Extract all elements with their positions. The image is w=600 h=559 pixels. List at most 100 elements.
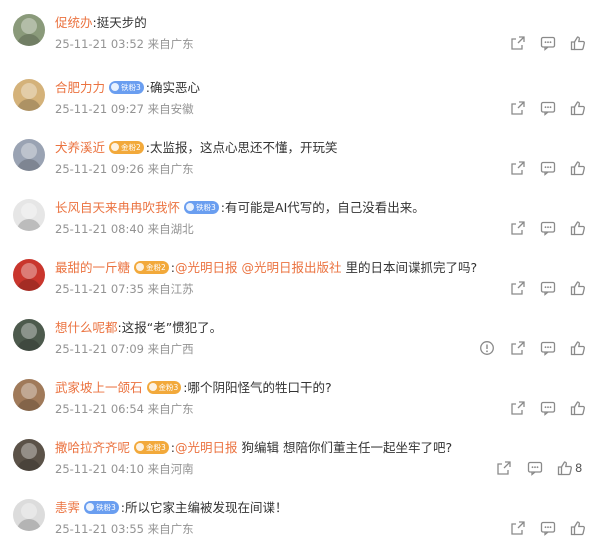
share-icon[interactable] [510,100,526,116]
comment-icon[interactable] [540,100,556,116]
username[interactable]: 撒哈拉齐齐呢 [55,440,130,455]
comment-icon[interactable] [540,280,556,296]
comment-line: 合肥力力 铁粉3:确实恶心 [55,79,200,97]
comment-line: 最甜的一斤糖 金粉2:@光明日报 @光明日报出版社 里的日本间谍抓完了吗? [55,259,477,277]
comment-line: 长风自天来冉冉吹我怀 铁粉3:有可能是AI代写的，自己没看出来。 [55,199,425,217]
avatar-face [21,18,37,34]
comment-line: 促统办:挺天步的 [55,14,147,32]
comment-item: 最甜的一斤糖 金粉2:@光明日报 @光明日报出版社 里的日本间谍抓完了吗? 25-1… [0,259,600,319]
comment-text: 这报“老”惯犯了。 [121,320,223,335]
avatar-face [21,143,37,159]
comment-line: 武家坡上一颌石 金粉3:哪个阴阳怪气的牲口干的? [55,379,332,397]
share-icon[interactable] [510,35,526,51]
comment-icon[interactable] [540,220,556,236]
like-icon[interactable] [570,100,586,116]
avatar-face [21,383,37,399]
comment-icon[interactable] [540,35,556,51]
comment-item: 促统办:挺天步的 25-11-21 03:52 来自广东 [0,14,600,74]
like-icon[interactable] [570,280,586,296]
comment-item: 犬养溪近 金粉2:太监报，这点心思还不懂，开玩笑 25-11-21 09:26 来自… [0,139,600,199]
username[interactable]: 最甜的一斤糖 [55,260,130,275]
avatar-face [21,443,37,459]
share-icon[interactable] [510,220,526,236]
avatar-face [21,503,37,519]
share-icon[interactable] [496,460,512,476]
comment-text: 挺天步的 [96,15,147,30]
avatar[interactable] [13,379,45,411]
avatar[interactable] [13,439,45,471]
avatar[interactable] [13,139,45,171]
username[interactable]: 武家坡上一颌石 [55,380,143,395]
report-icon[interactable] [479,340,495,356]
comment-text: 太监报，这点心思还不懂，开玩笑 [150,140,338,155]
comment-meta: 25-11-21 09:26 来自广东 [55,162,194,176]
like-count: 8 [575,461,583,475]
like-icon[interactable] [570,220,586,236]
fan-badge: 金粉2 [134,261,169,274]
comment-meta: 25-11-21 07:09 来自广西 [55,342,194,356]
comment-text: 哪个阴阳怪气的牲口干的? [187,380,332,395]
fan-badge: 铁粉3 [109,81,144,94]
like-icon[interactable] [570,340,586,356]
share-icon[interactable] [510,160,526,176]
avatar[interactable] [13,499,45,531]
like-icon[interactable] [570,35,586,51]
comment-list: 促统办:挺天步的 25-11-21 03:52 来自广东 合肥力力 铁粉3:确实恶心 2… [0,0,600,544]
avatar-face [21,203,37,219]
comment-line: 撒哈拉齐齐呢 金粉3:@光明日报 狗编辑 想陪你们董主任一起坐牢了吧? [55,439,452,457]
avatar-body [17,34,41,46]
fan-badge: 铁粉3 [84,501,119,514]
username[interactable]: 犬养溪近 [55,140,105,155]
avatar[interactable] [13,319,45,351]
avatar[interactable] [13,199,45,231]
avatar[interactable] [13,79,45,111]
share-icon[interactable] [510,340,526,356]
share-icon[interactable] [510,520,526,536]
mention-link[interactable]: @光明日报出版社 [242,260,346,275]
comment-text: 有可能是AI代写的，自己没看出来。 [225,200,425,215]
comment-item: 长风自天来冉冉吹我怀 铁粉3:有可能是AI代写的，自己没看出来。 25-11-21 … [0,199,600,259]
like-icon[interactable] [570,400,586,416]
comment-item: 合肥力力 铁粉3:确实恶心 25-11-21 09:27 来自安徽 [0,79,600,139]
comment-icon[interactable] [540,520,556,536]
comment-line: 想什么呢都:这报“老”惯犯了。 [55,319,222,337]
avatar-body [17,279,41,291]
comment-item: 武家坡上一颌石 金粉3:哪个阴阳怪气的牲口干的? 25-11-21 06:54 来自… [0,379,600,439]
username[interactable]: 促统办 [55,15,93,30]
like-icon[interactable] [570,520,586,536]
avatar-face [21,263,37,279]
avatar-face [21,83,37,99]
comment-meta: 25-11-21 07:35 来自江苏 [55,282,194,296]
avatar-body [17,399,41,411]
comment-icon[interactable] [527,460,543,476]
avatar-body [17,219,41,231]
fan-badge: 金粉3 [134,441,169,454]
avatar[interactable] [13,14,45,46]
comment-text: 确实恶心 [150,80,201,95]
comment-meta: 25-11-21 06:54 来自广东 [55,402,194,416]
avatar[interactable] [13,259,45,291]
mention-link[interactable]: @光明日报 [175,260,241,275]
comment-icon[interactable] [540,400,556,416]
comment-item: 想什么呢都:这报“老”惯犯了。 25-11-21 07:09 来自广西 [0,319,600,379]
comment-item: 恚霁 铁粉3:所以它家主编被发现在间谍！ 25-11-21 03:55 来自广东 [0,499,600,559]
share-icon[interactable] [510,400,526,416]
comment-line: 恚霁 铁粉3:所以它家主编被发现在间谍！ [55,499,288,517]
like-icon[interactable]: 8 [557,460,582,476]
comment-icon[interactable] [540,160,556,176]
comment-meta: 25-11-21 03:52 来自广东 [55,37,194,51]
avatar-body [17,519,41,531]
like-icon[interactable] [570,160,586,176]
username[interactable]: 合肥力力 [55,80,105,95]
username[interactable]: 长风自天来冉冉吹我怀 [55,200,180,215]
username[interactable]: 想什么呢都 [55,320,118,335]
comment-text: 所以它家主编被发现在间谍！ [125,500,288,515]
comment-icon[interactable] [540,340,556,356]
comment-meta: 25-11-21 08:40 来自湖北 [55,222,194,236]
mention-link[interactable]: @光明日报 [175,440,241,455]
share-icon[interactable] [510,280,526,296]
avatar-body [17,339,41,351]
avatar-body [17,99,41,111]
username[interactable]: 恚霁 [55,500,80,515]
avatar-face [21,323,37,339]
